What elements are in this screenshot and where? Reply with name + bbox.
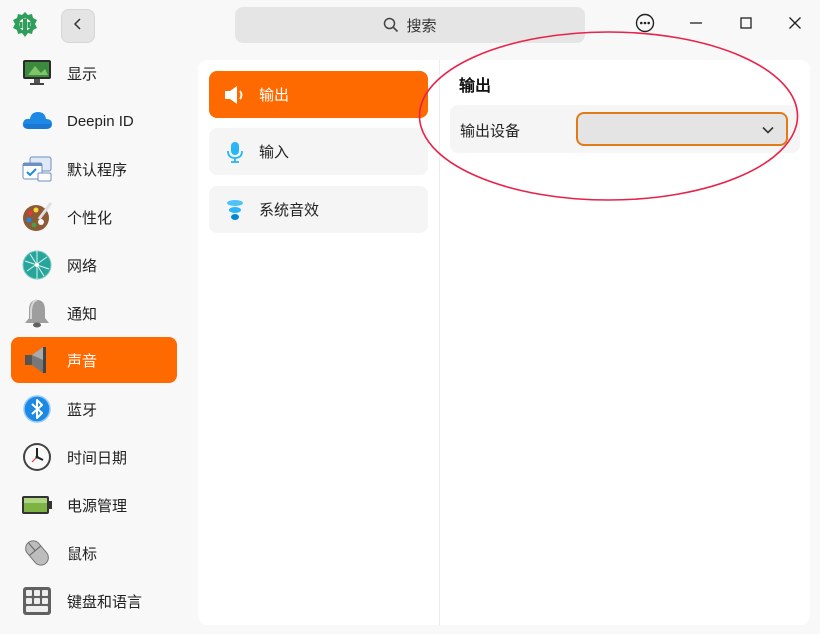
sidebar-item-label: 蓝牙 [67,401,98,419]
sidebar-item-label: 键盘和语言 [67,593,143,611]
sidebar-item-label: 个性化 [67,209,113,227]
clock-icon [21,441,53,473]
more-options-icon [635,13,655,38]
sidebar-item-label: 显示 [67,65,98,83]
output-device-select[interactable] [576,112,788,146]
sidebar-item-power[interactable]: 电源管理 [11,482,177,528]
chevron-left-icon [72,17,84,35]
palette-icon [21,201,53,233]
sidebar-item-label: 网络 [67,257,98,275]
sidebar-item-notification[interactable]: 通知 [11,290,177,336]
network-globe-icon [21,249,53,281]
sidebar-item-network[interactable]: 网络 [11,242,177,288]
title-bar: 搜索 [0,0,820,50]
speaker-output-icon [223,83,247,107]
output-device-row: 输出设备 [450,105,800,153]
sidebar-item-display[interactable]: 显示 [11,50,177,96]
sidebar-item-datetime[interactable]: 时间日期 [11,434,177,480]
panel-divider [439,60,440,625]
sidebar-item-label: 鼠标 [67,545,98,563]
sound-nav-input[interactable]: 输入 [209,128,428,175]
maximize-button[interactable] [731,10,761,40]
sidebar-item-label: 默认程序 [67,161,128,179]
settings-gear-logo-icon [10,10,40,40]
output-device-label: 输出设备 [460,123,521,140]
minimize-button[interactable] [681,10,711,40]
sound-nav-output[interactable]: 输出 [209,71,428,118]
microphone-icon [223,140,247,164]
close-button[interactable] [780,10,810,40]
sidebar-item-label: 时间日期 [67,449,128,467]
sidebar: 显示 Deepin ID 默认程序 个性化 网络 通知 声音 蓝牙 时间日期 电… [0,50,188,634]
sidebar-item-sound[interactable]: 声音 [11,337,177,383]
sound-nav-label: 输出 [259,87,290,104]
search-input[interactable]: 搜索 [235,7,585,43]
sound-nav-system-effects[interactable]: 系统音效 [209,186,428,233]
search-placeholder: 搜索 [406,17,437,35]
default-apps-icon [21,153,53,185]
sidebar-item-label: Deepin ID [67,112,134,130]
sidebar-item-mouse[interactable]: 鼠标 [11,530,177,576]
minimize-icon [689,16,703,35]
close-icon [788,16,802,35]
sidebar-item-label: 电源管理 [67,497,128,515]
display-monitor-icon [21,57,53,89]
output-section-title: 输出 [459,78,492,95]
mouse-icon [21,537,53,569]
speaker-icon [21,344,53,376]
sidebar-item-bluetooth[interactable]: 蓝牙 [11,386,177,432]
sidebar-item-default-apps[interactable]: 默认程序 [11,146,177,192]
sidebar-item-label: 通知 [67,305,98,323]
bell-icon [21,297,53,329]
sidebar-item-personalization[interactable]: 个性化 [11,194,177,240]
sound-nav-label: 系统音效 [259,202,320,219]
system-sound-icon [223,198,247,222]
maximize-icon [739,16,753,35]
more-options-button[interactable] [630,10,660,40]
battery-icon [21,489,53,521]
sidebar-item-label: 声音 [67,352,98,370]
back-button[interactable] [61,9,95,43]
cloud-icon [21,105,53,137]
sidebar-item-deepin-id[interactable]: Deepin ID [11,98,177,144]
sound-nav-label: 输入 [259,144,290,161]
sidebar-item-keyboard[interactable]: 键盘和语言 [11,578,177,624]
bluetooth-icon [21,393,53,425]
search-icon [383,17,399,33]
keyboard-icon [21,585,53,617]
chevron-down-icon [760,122,776,138]
